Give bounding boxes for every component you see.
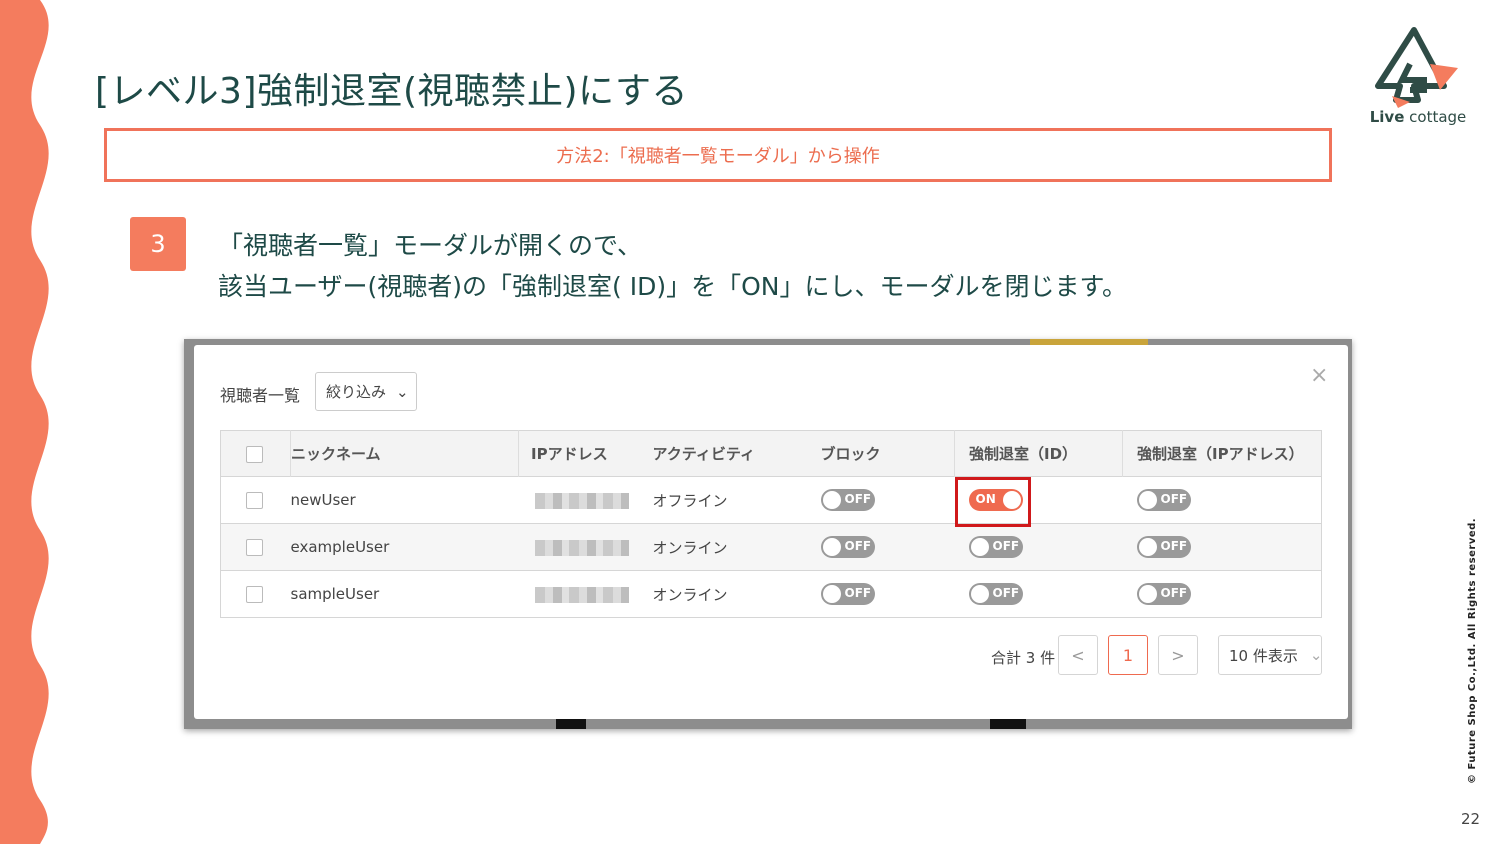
column-header: 強制退室（ID）: [954, 430, 1123, 477]
row-checkbox[interactable]: [246, 492, 263, 509]
nickname-cell: exampleUser: [290, 523, 519, 571]
close-icon[interactable]: ×: [1310, 363, 1328, 388]
instruction-line-2: 該当ユーザー(視聴者)の「強制退室( ID)」を「ON」にし、モーダルを閉じます…: [218, 272, 1127, 301]
next-page-button[interactable]: >: [1158, 635, 1198, 675]
ip-address-blurred: [534, 539, 629, 556]
prev-page-button[interactable]: <: [1058, 635, 1098, 675]
kick-id-toggle[interactable]: OFF: [968, 536, 1023, 558]
pagination: 合計 3 件 < 1 > 10 件表示 ⌄: [194, 635, 1322, 677]
screenshot: 視聴者一覧 絞り込み ⌄ × ニックネーム IPアドレス アクティビティ ブロッ…: [184, 339, 1352, 729]
page-number: 22: [1461, 810, 1481, 828]
table-header: ニックネーム IPアドレス アクティビティ ブロック 強制退室（ID） 強制退室…: [220, 430, 1322, 477]
filter-dropdown[interactable]: 絞り込み ⌄: [315, 372, 417, 411]
activity-cell: オフライン: [652, 476, 821, 524]
chevron-down-icon: ⌄: [396, 382, 409, 401]
kick-id-toggle[interactable]: OFF: [968, 583, 1023, 605]
table-row: newUser オフライン OFF ON OFF: [220, 476, 1322, 524]
ip-address-blurred: [534, 492, 629, 509]
modal-title: 視聴者一覧: [220, 386, 301, 405]
activity-cell: オンライン: [652, 570, 821, 618]
block-toggle[interactable]: OFF: [820, 536, 875, 558]
table-row: sampleUser オンライン OFF OFF OFF: [220, 570, 1322, 618]
logo-text: Live cottage: [1369, 108, 1467, 126]
nickname-cell: sampleUser: [290, 570, 519, 618]
method-banner: 方法2:「視聴者一覧モーダル」から操作: [104, 128, 1332, 182]
row-checkbox[interactable]: [246, 539, 263, 556]
column-header: 強制退室（IPアドレス）: [1122, 430, 1322, 477]
nickname-cell: newUser: [290, 476, 519, 524]
column-header: ブロック: [820, 430, 955, 477]
kick-ip-toggle[interactable]: OFF: [1136, 489, 1191, 511]
per-page-select[interactable]: 10 件表示 ⌄: [1218, 635, 1322, 675]
instruction-line-1: 「視聴者一覧」モーダルが開くので、: [218, 231, 643, 260]
total-count: 合計 3 件: [991, 649, 1056, 667]
kick-ip-toggle[interactable]: OFF: [1136, 536, 1191, 558]
per-page-label: 10 件表示: [1229, 646, 1298, 665]
row-checkbox[interactable]: [246, 586, 263, 603]
kick-ip-toggle[interactable]: OFF: [1136, 583, 1191, 605]
table-row: exampleUser オンライン OFF OFF OFF: [220, 523, 1322, 571]
column-header: アクティビティ: [652, 430, 821, 477]
viewer-list-modal: 視聴者一覧 絞り込み ⌄ × ニックネーム IPアドレス アクティビティ ブロッ…: [194, 345, 1348, 719]
column-header: ニックネーム: [290, 430, 519, 477]
decorative-wave: [0, 0, 49, 844]
slide-title: [レベル3]強制退室(視聴禁止)にする: [95, 71, 688, 112]
ip-address-blurred: [534, 586, 629, 603]
column-header: IPアドレス: [518, 430, 653, 477]
chevron-down-icon: ⌄: [1309, 646, 1323, 664]
select-all-checkbox[interactable]: [246, 445, 263, 463]
highlight-box: [955, 477, 1031, 527]
block-toggle[interactable]: OFF: [820, 489, 875, 511]
block-toggle[interactable]: OFF: [820, 583, 875, 605]
step-badge: 3: [130, 217, 186, 271]
filter-label: 絞り込み: [326, 383, 387, 401]
viewer-table: ニックネーム IPアドレス アクティビティ ブロック 強制退室（ID） 強制退室…: [220, 430, 1322, 618]
method-text: 方法2:「視聴者一覧モーダル」から操作: [556, 146, 880, 167]
page-button[interactable]: 1: [1108, 635, 1148, 675]
activity-cell: オンライン: [652, 523, 821, 571]
copyright: © Future Shop Co.,Ltd. All Rights reserv…: [1467, 517, 1478, 784]
